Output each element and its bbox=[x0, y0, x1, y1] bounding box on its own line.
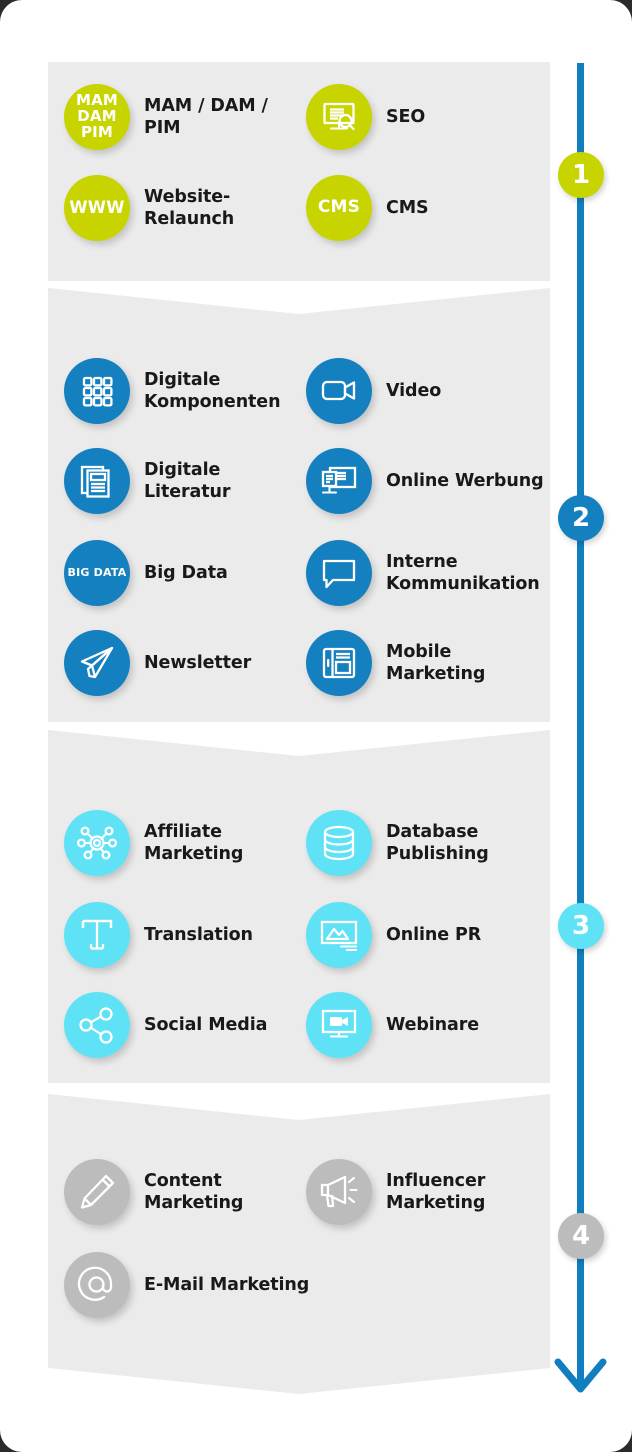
service-label: MAM / DAM / PIM bbox=[144, 95, 268, 138]
service-item[interactable]: Affiliate Marketing bbox=[64, 810, 243, 876]
image-frame-icon bbox=[306, 902, 372, 968]
service-item[interactable]: Webinare bbox=[306, 992, 479, 1058]
service-item[interactable]: E-Mail Marketing bbox=[64, 1252, 309, 1318]
bubble-icon-text: CMS bbox=[317, 197, 361, 218]
tablet-layout-icon bbox=[306, 630, 372, 696]
service-label: Newsletter bbox=[144, 652, 252, 673]
service-label: Content Marketing bbox=[144, 1170, 244, 1213]
cms-text-icon: CMS bbox=[306, 175, 372, 241]
database-cylinder-icon bbox=[306, 810, 372, 876]
service-item[interactable]: Social Media bbox=[64, 992, 267, 1058]
service-label: Digitale Literatur bbox=[144, 459, 231, 502]
service-item[interactable]: Video bbox=[306, 358, 441, 424]
service-label: Website- Relaunch bbox=[144, 186, 235, 229]
infographic-page: MAM DAM PIM MAM / DAM / PIM SEO WWW Website… bbox=[0, 0, 632, 1452]
megaphone-icon bbox=[306, 1159, 372, 1225]
service-label: Digitale Komponenten bbox=[144, 369, 281, 412]
timeline-arrow-down bbox=[552, 1340, 609, 1398]
big-data-text-icon: BIG DATA bbox=[64, 540, 130, 606]
service-label: Webinare bbox=[386, 1014, 480, 1035]
www-text-icon: WWW bbox=[64, 175, 130, 241]
service-label: Translation bbox=[144, 924, 253, 945]
service-label: Interne Kommunikation bbox=[386, 551, 540, 594]
service-item[interactable]: BIG DATA Big Data bbox=[64, 540, 228, 606]
monitor-search-seo-icon bbox=[306, 84, 372, 150]
monitor-video-icon bbox=[306, 992, 372, 1058]
service-item[interactable]: Newsletter bbox=[64, 630, 251, 696]
bubble-icon-text: MAM DAM PIM bbox=[75, 91, 119, 141]
documents-stack-icon bbox=[64, 448, 130, 514]
service-label: Database Publishing bbox=[386, 821, 489, 864]
mam-dam-pim-text-icon: MAM DAM PIM bbox=[64, 84, 130, 150]
service-item[interactable]: Digitale Literatur bbox=[64, 448, 230, 514]
service-label: Social Media bbox=[144, 1014, 268, 1035]
service-item[interactable]: SEO bbox=[306, 84, 425, 150]
network-nodes-icon bbox=[64, 810, 130, 876]
service-label: Video bbox=[386, 380, 442, 401]
timeline-marker-3[interactable]: 3 bbox=[558, 903, 604, 949]
bubble-icon-text: WWW bbox=[69, 198, 125, 218]
service-item[interactable]: MAM DAM PIM MAM / DAM / PIM bbox=[64, 84, 268, 150]
typography-t-icon bbox=[64, 902, 130, 968]
timeline-marker-4[interactable]: 4 bbox=[558, 1213, 604, 1259]
at-sign-mail-icon bbox=[64, 1252, 130, 1318]
pencil-icon bbox=[64, 1159, 130, 1225]
service-item[interactable]: Influencer Marketing bbox=[306, 1159, 485, 1225]
service-item[interactable]: WWW Website- Relaunch bbox=[64, 175, 234, 241]
grid-squares-icon bbox=[64, 358, 130, 424]
service-item[interactable]: Content Marketing bbox=[64, 1159, 243, 1225]
service-item[interactable]: Interne Kommunikation bbox=[306, 540, 540, 606]
service-label: Influencer Marketing bbox=[386, 1170, 486, 1213]
service-item[interactable]: Mobile Marketing bbox=[306, 630, 485, 696]
service-item[interactable]: CMS CMS bbox=[306, 175, 429, 241]
service-label: SEO bbox=[386, 106, 426, 127]
paper-plane-icon bbox=[64, 630, 130, 696]
timeline-marker-1[interactable]: 1 bbox=[558, 152, 604, 198]
service-item[interactable]: Database Publishing bbox=[306, 810, 489, 876]
service-label: Big Data bbox=[144, 562, 228, 583]
service-label: Affiliate Marketing bbox=[144, 821, 244, 864]
service-item[interactable]: Online Werbung bbox=[306, 448, 544, 514]
service-label: Online PR bbox=[386, 924, 482, 945]
stage-panel-4 bbox=[48, 1094, 550, 1394]
timeline-line bbox=[577, 63, 584, 1360]
timeline-marker-2[interactable]: 2 bbox=[558, 495, 604, 541]
service-label: E-Mail Marketing bbox=[144, 1274, 310, 1295]
share-nodes-icon bbox=[64, 992, 130, 1058]
service-label: CMS bbox=[386, 197, 429, 218]
speech-bubble-icon bbox=[306, 540, 372, 606]
video-camera-icon bbox=[306, 358, 372, 424]
bubble-icon-text: BIG DATA bbox=[67, 566, 127, 580]
service-item[interactable]: Online PR bbox=[306, 902, 481, 968]
service-item[interactable]: Translation bbox=[64, 902, 253, 968]
service-label: Online Werbung bbox=[386, 470, 544, 491]
service-label: Mobile Marketing bbox=[386, 641, 486, 684]
service-item[interactable]: Digitale Komponenten bbox=[64, 358, 281, 424]
monitor-ad-icon bbox=[306, 448, 372, 514]
